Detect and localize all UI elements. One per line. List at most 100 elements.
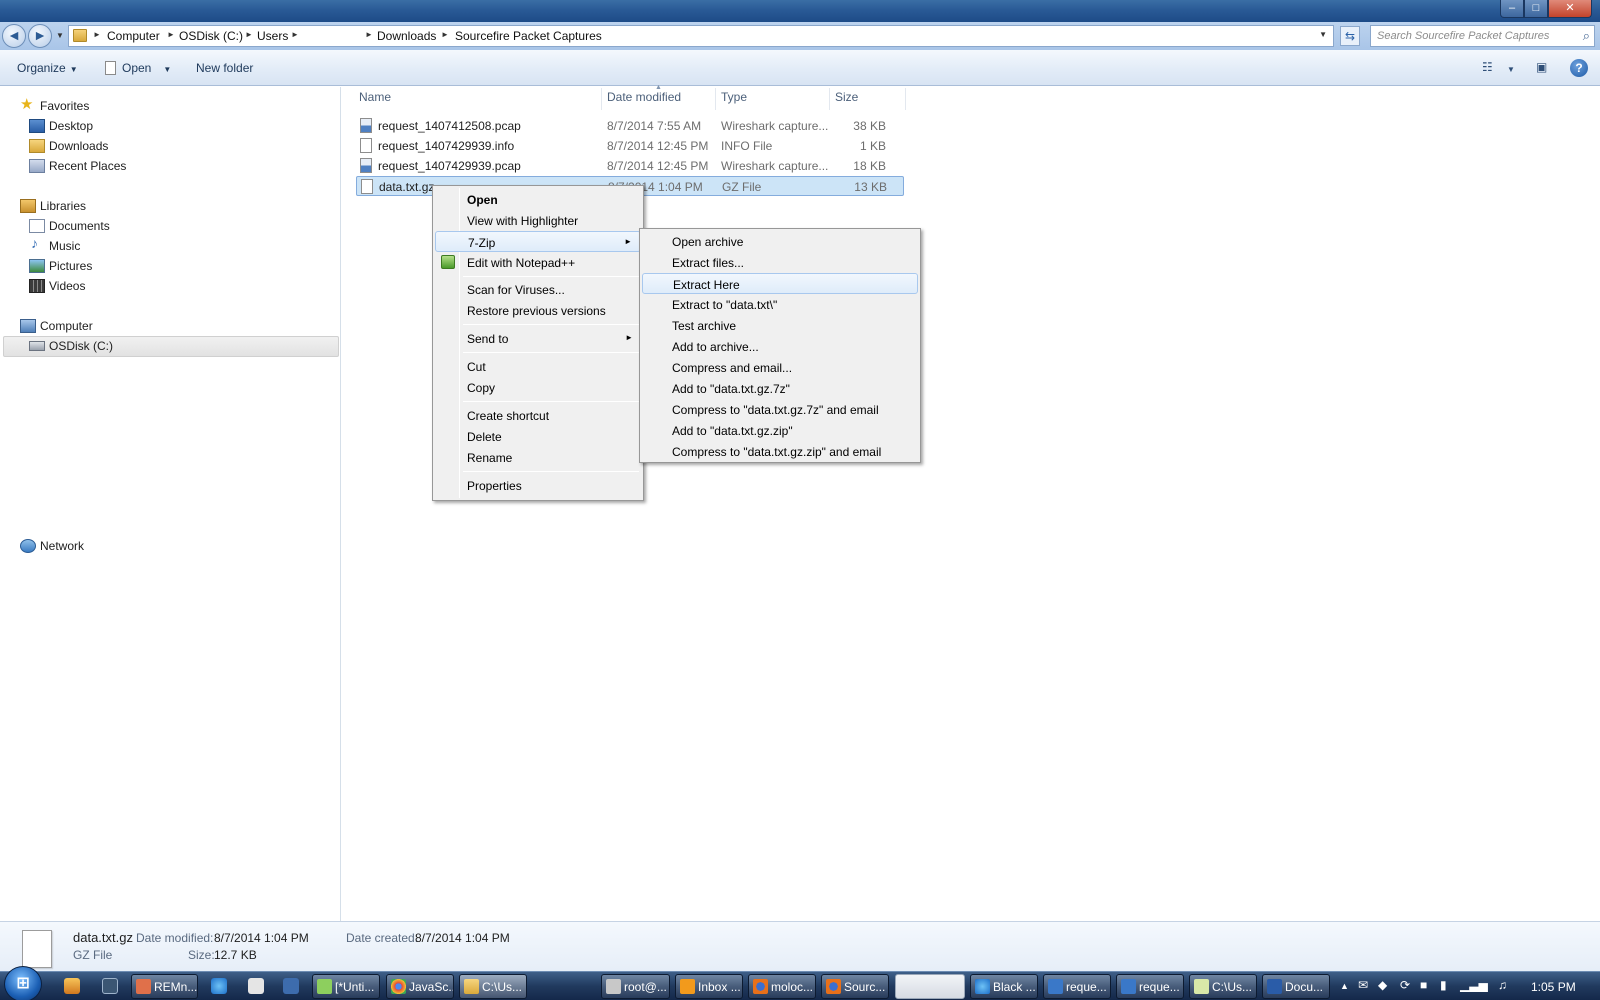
menu-item-cut[interactable]: Cut <box>435 356 641 377</box>
breadcrumb-users[interactable]: Users <box>257 29 288 43</box>
view-options-chevron-icon[interactable]: ▼ <box>1507 65 1515 74</box>
menu-item-extract-to[interactable]: Extract to "data.txt\" <box>642 294 918 315</box>
wifi-bars-icon[interactable]: ▁▃▅ <box>1460 978 1488 992</box>
taskbar-button-outlook[interactable]: Inbox ... <box>675 974 743 999</box>
search-icon[interactable]: ⌕ <box>1583 28 1590 44</box>
menu-item-open-archive[interactable]: Open archive <box>642 231 918 252</box>
mail-icon[interactable]: ✉ <box>1358 978 1368 992</box>
menu-item-scan-for-viruses[interactable]: Scan for Viruses... <box>435 279 641 300</box>
app-shortcut-icon[interactable] <box>283 978 299 994</box>
organize-button[interactable]: Organize ▼ <box>17 61 78 75</box>
search-input[interactable]: Search Sourcefire Packet Captures ⌕ <box>1370 25 1595 47</box>
open-button[interactable]: Open ▼ <box>105 61 171 75</box>
breadcrumb-arrow-icon[interactable]: ► <box>167 30 175 39</box>
calculator-icon[interactable] <box>248 978 264 994</box>
start-button[interactable]: ⊞ <box>4 966 42 1000</box>
back-button[interactable]: ◄ <box>2 24 26 48</box>
lock-icon[interactable] <box>102 978 118 994</box>
forward-button[interactable]: ► <box>28 24 52 48</box>
breadcrumb-current-folder[interactable]: Sourcefire Packet Captures <box>455 29 602 43</box>
taskbar-button-chrome[interactable]: JavaSc... <box>386 974 454 999</box>
volume-icon[interactable]: ♫ <box>1498 978 1507 992</box>
minimize-button[interactable]: – <box>1500 0 1524 18</box>
menu-item-restore-previous-versions[interactable]: Restore previous versions <box>435 300 641 321</box>
menu-item-add-to-archive[interactable]: Add to archive... <box>642 336 918 357</box>
taskbar-button-putty[interactable]: root@... <box>601 974 670 999</box>
breadcrumb-downloads[interactable]: Downloads <box>377 29 436 43</box>
change-view-icon[interactable]: ☷ <box>1482 60 1493 74</box>
preview-pane-icon[interactable]: ▣ <box>1536 60 1547 74</box>
menu-item-rename[interactable]: Rename <box>435 447 641 468</box>
chevron-down-icon[interactable]: ▼ <box>163 65 171 74</box>
menu-item-label: Copy <box>467 381 496 395</box>
taskbar-button-wireshark-1[interactable]: reque... <box>1043 974 1111 999</box>
menu-item-test-archive[interactable]: Test archive <box>642 315 918 336</box>
taskbar-button-wireshark-2[interactable]: reque... <box>1116 974 1184 999</box>
search-placeholder: Search Sourcefire Packet Captures <box>1377 30 1550 42</box>
column-divider[interactable] <box>829 88 830 110</box>
taskbar-button-remnux[interactable]: REMn... <box>131 974 198 999</box>
address-dropdown-icon[interactable]: ▼ <box>1319 30 1327 39</box>
menu-item-compress-zip-email[interactable]: Compress to "data.txt.gz.zip" and email <box>642 441 918 462</box>
breadcrumb-computer[interactable]: Computer <box>107 29 160 43</box>
taskbar-button-word[interactable]: Docu... <box>1262 974 1330 999</box>
taskbar-button-firefox-1[interactable]: moloc... <box>748 974 816 999</box>
column-header-name[interactable]: Name <box>359 90 391 110</box>
breadcrumb-arrow-icon[interactable]: ► <box>93 30 101 39</box>
menu-item-label: Add to "data.txt.gz.zip" <box>672 424 793 438</box>
taskbar-button-firefox-2[interactable]: Sourc... <box>821 974 889 999</box>
menu-item-compress-and-email[interactable]: Compress and email... <box>642 357 918 378</box>
breadcrumb-arrow-icon[interactable]: ► <box>441 30 449 39</box>
system-clock[interactable]: 1:05 PM <box>1531 980 1576 994</box>
menu-item-7zip[interactable]: 7-Zip ► <box>435 231 641 252</box>
tray-app-icon[interactable]: ◆ <box>1378 978 1387 992</box>
menu-item-add-to-zip[interactable]: Add to "data.txt.gz.zip" <box>642 420 918 441</box>
internet-explorer-icon[interactable] <box>211 978 227 994</box>
taskbar-button-explorer[interactable]: C:\Us... <box>459 974 527 999</box>
file-icon <box>360 138 372 153</box>
menu-item-copy[interactable]: Copy <box>435 377 641 398</box>
column-divider[interactable] <box>715 88 716 110</box>
menu-item-extract-here[interactable]: Extract Here <box>642 273 918 294</box>
quick-launch-icon[interactable] <box>64 978 80 994</box>
address-bar[interactable]: ► Computer ► OSDisk (C:) ► Users ► ► Dow… <box>68 25 1334 47</box>
menu-item-extract-files[interactable]: Extract files... <box>642 252 918 273</box>
organize-label: Organize <box>17 61 66 75</box>
help-icon[interactable]: ? <box>1570 59 1588 77</box>
taskbar-button-ie[interactable]: Black ... <box>970 974 1038 999</box>
column-divider[interactable] <box>905 88 906 110</box>
taskbar-button-notepadpp[interactable]: [*Unti... <box>312 974 380 999</box>
close-button[interactable]: ✕ <box>1548 0 1592 18</box>
menu-item-send-to[interactable]: Send to ► <box>435 328 641 349</box>
menu-item-add-to-7z[interactable]: Add to "data.txt.gz.7z" <box>642 378 918 399</box>
sync-icon[interactable]: ⟳ <box>1400 978 1410 992</box>
column-header-size[interactable]: Size <box>835 90 858 110</box>
menu-item-label: Compress and email... <box>672 361 793 375</box>
new-folder-button[interactable]: New folder <box>196 61 253 75</box>
menu-item-create-shortcut[interactable]: Create shortcut <box>435 405 641 426</box>
network-signal-icon[interactable]: ▮ <box>1440 978 1447 992</box>
refresh-icon[interactable]: ⇆ <box>1340 26 1360 46</box>
breadcrumb-arrow-icon[interactable]: ► <box>245 30 253 39</box>
taskbar-button-blank[interactable] <box>895 974 965 999</box>
breadcrumb-osdisk[interactable]: OSDisk (C:) <box>179 29 243 43</box>
menu-item-open[interactable]: Open <box>435 189 641 210</box>
file-row[interactable]: request_1407429939.pcap 8/7/2014 12:45 P… <box>356 156 904 176</box>
menu-item-properties[interactable]: Properties <box>435 475 641 496</box>
recent-pages-chevron-icon[interactable]: ▼ <box>56 31 64 40</box>
tray-app-icon[interactable]: ■ <box>1420 978 1427 992</box>
breadcrumb-arrow-icon[interactable]: ► <box>291 30 299 39</box>
column-divider[interactable] <box>601 88 602 110</box>
show-hidden-icons-icon[interactable]: ▲ <box>1340 981 1349 991</box>
menu-item-edit-with-notepadpp[interactable]: Edit with Notepad++ <box>435 252 641 273</box>
menu-item-compress-7z-email[interactable]: Compress to "data.txt.gz.7z" and email <box>642 399 918 420</box>
menu-item-view-with-highlighter[interactable]: View with Highlighter <box>435 210 641 231</box>
column-header-date-modified[interactable]: Date modified <box>607 90 681 110</box>
maximize-button[interactable]: □ <box>1524 0 1548 18</box>
taskbar-button-notepad[interactable]: C:\Us... <box>1189 974 1257 999</box>
breadcrumb-arrow-icon[interactable]: ► <box>365 30 373 39</box>
file-row[interactable]: request_1407412508.pcap 8/7/2014 7:55 AM… <box>356 116 904 136</box>
file-row[interactable]: request_1407429939.info 8/7/2014 12:45 P… <box>356 136 904 156</box>
column-header-type[interactable]: Type <box>721 90 747 110</box>
menu-item-delete[interactable]: Delete <box>435 426 641 447</box>
